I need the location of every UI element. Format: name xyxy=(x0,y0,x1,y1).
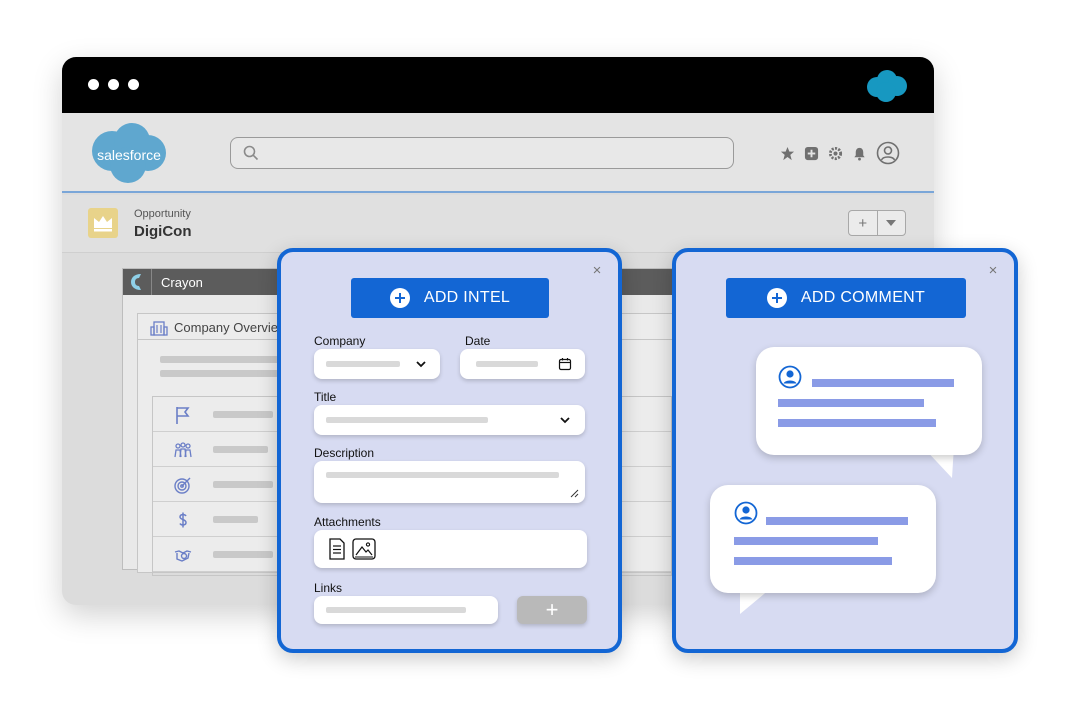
window-dot[interactable] xyxy=(128,79,139,90)
divider xyxy=(151,269,152,295)
links-label: Links xyxy=(314,581,343,595)
text-placeholder xyxy=(213,481,273,488)
record-type-label: Opportunity xyxy=(134,208,191,220)
text-placeholder xyxy=(213,411,273,418)
text-placeholder xyxy=(213,516,258,523)
add-comment-button-label: ADD COMMENT xyxy=(800,289,926,306)
record-add-button[interactable]: + xyxy=(849,211,878,235)
title-label: Title xyxy=(314,390,337,404)
record-dropdown-button[interactable] xyxy=(878,211,906,235)
text-placeholder xyxy=(326,607,466,613)
crown-icon xyxy=(94,216,112,232)
document-icon[interactable] xyxy=(328,538,346,560)
image-icon[interactable] xyxy=(352,538,376,560)
user-avatar-icon xyxy=(778,365,802,389)
close-icon[interactable]: × xyxy=(986,263,1000,278)
add-comment-button[interactable]: ADD COMMENT xyxy=(726,278,966,318)
salesforce-header: salesforce xyxy=(62,113,934,193)
bell-icon[interactable] xyxy=(852,146,867,161)
avatar-icon[interactable] xyxy=(876,141,900,165)
add-link-button[interactable]: + xyxy=(517,596,587,624)
link-input[interactable] xyxy=(314,596,498,624)
description-textarea[interactable] xyxy=(314,461,585,503)
attachments-label: Attachments xyxy=(314,515,381,529)
chevron-down-icon xyxy=(416,361,426,368)
company-label: Company xyxy=(314,334,366,348)
add-icon[interactable] xyxy=(804,146,819,161)
plus-circle-icon xyxy=(766,288,787,308)
user-avatar-icon xyxy=(734,501,758,525)
text-placeholder xyxy=(160,370,290,377)
people-icon xyxy=(174,442,192,458)
text-placeholder xyxy=(326,472,559,478)
search-input[interactable] xyxy=(265,142,725,164)
attachments-field[interactable] xyxy=(314,530,587,568)
record-actions: + xyxy=(848,210,906,236)
building-icon xyxy=(150,321,168,336)
crayon-logo-icon xyxy=(131,274,141,290)
add-comment-modal: × ADD COMMENT xyxy=(672,248,1018,653)
opportunity-icon xyxy=(88,208,118,238)
text-placeholder xyxy=(326,417,488,423)
opportunity-header: Opportunity DigiCon + xyxy=(62,195,934,253)
handshake-icon xyxy=(174,550,192,562)
comment-text-line xyxy=(778,399,924,407)
comment-text-line xyxy=(812,379,954,387)
header-icon-group xyxy=(780,139,900,167)
text-placeholder xyxy=(213,446,268,453)
dollar-icon xyxy=(179,512,187,528)
crayon-title: Crayon xyxy=(161,275,203,290)
description-label: Description xyxy=(314,446,375,460)
comment-text-line xyxy=(766,517,908,525)
text-placeholder xyxy=(476,361,538,367)
add-intel-modal: × ADD INTEL Company Date Title Descripti… xyxy=(277,248,622,653)
comment-text-line xyxy=(734,537,878,545)
chevron-down-icon xyxy=(560,417,570,424)
add-intel-button[interactable]: ADD INTEL xyxy=(351,278,549,318)
add-intel-button-label: ADD INTEL xyxy=(423,289,511,306)
gear-icon[interactable] xyxy=(828,146,843,161)
title-select[interactable] xyxy=(314,405,585,435)
caret-down-icon xyxy=(886,220,897,226)
salesforce-logo-text: salesforce xyxy=(97,147,161,163)
flag-icon xyxy=(176,407,190,424)
window-titlebar xyxy=(62,57,934,113)
close-icon[interactable]: × xyxy=(590,263,604,278)
text-placeholder xyxy=(213,551,273,558)
text-placeholder xyxy=(160,356,290,363)
text-placeholder xyxy=(326,361,400,367)
search-icon xyxy=(243,145,259,161)
window-dot[interactable] xyxy=(88,79,99,90)
record-name: DigiCon xyxy=(134,223,192,240)
date-field[interactable] xyxy=(460,349,585,379)
company-select[interactable] xyxy=(314,349,440,379)
global-search[interactable] xyxy=(230,137,734,169)
salesforce-logo[interactable]: salesforce xyxy=(84,121,174,185)
resize-handle-icon[interactable] xyxy=(570,489,579,498)
comment-bubble[interactable] xyxy=(710,485,936,593)
salesforce-cloud-icon xyxy=(867,70,907,102)
plus-circle-icon xyxy=(389,288,410,308)
comment-text-line xyxy=(778,419,936,427)
comment-text-line xyxy=(734,557,892,565)
target-icon xyxy=(174,477,191,494)
calendar-icon[interactable] xyxy=(558,357,572,371)
star-icon[interactable] xyxy=(780,146,795,161)
company-overview-title: Company Overview xyxy=(174,320,288,335)
comment-bubble[interactable] xyxy=(756,347,982,455)
date-label: Date xyxy=(465,334,491,348)
window-dot[interactable] xyxy=(108,79,119,90)
